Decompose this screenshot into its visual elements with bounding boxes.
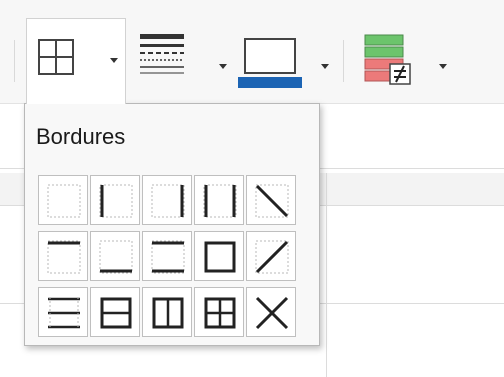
borders-popup: Bordures (24, 103, 320, 346)
border-presets-grid (38, 175, 298, 337)
top-bottom-borders-icon (151, 240, 185, 274)
toolbar-separator (14, 40, 15, 82)
preset-outer-and-horizontal-borders[interactable] (90, 287, 140, 337)
chevron-down-icon[interactable] (216, 59, 230, 73)
outer-and-vertical-borders-icon (152, 297, 184, 329)
borders-button[interactable] (26, 18, 126, 104)
preset-left-right-borders[interactable] (194, 175, 244, 225)
toolbar-separator (343, 40, 344, 82)
left-right-borders-icon (203, 184, 237, 218)
preset-outer-and-vertical-borders[interactable] (142, 287, 192, 337)
chevron-down-icon[interactable] (107, 53, 121, 67)
crossed-diagonal-borders-icon (255, 296, 289, 330)
sheet-gridline (326, 173, 327, 377)
bottom-border-icon (99, 240, 133, 274)
toolbar (0, 0, 504, 104)
preset-outer-border[interactable] (194, 231, 244, 281)
popup-title: Bordures (36, 124, 126, 149)
border-style-icon (140, 34, 184, 74)
preset-crossed-diagonal-borders[interactable] (246, 287, 296, 337)
border-color-icon (238, 38, 302, 88)
chevron-down-icon[interactable] (318, 59, 332, 73)
preset-left-border[interactable] (90, 175, 140, 225)
no-borders-icon (47, 184, 81, 218)
right-border-icon (151, 184, 185, 218)
diagonal-up-border-icon (255, 240, 289, 274)
preset-diagonal-down-border[interactable] (246, 175, 296, 225)
preset-horizontal-inner-borders[interactable] (38, 287, 88, 337)
left-border-icon (99, 184, 133, 218)
diagonal-down-border-icon (255, 184, 289, 218)
preset-bottom-border[interactable] (90, 231, 140, 281)
outer-and-horizontal-borders-icon (100, 297, 132, 329)
outer-border-icon (204, 241, 236, 273)
all-borders-icon (204, 297, 236, 329)
preset-no-borders[interactable] (38, 175, 88, 225)
horizontal-inner-borders-icon (48, 297, 80, 329)
chevron-down-icon[interactable] (436, 59, 450, 73)
preset-right-border[interactable] (142, 175, 192, 225)
borders-icon (38, 39, 74, 75)
conditional-format-icon (364, 34, 411, 85)
preset-top-border[interactable] (38, 231, 88, 281)
preset-all-borders[interactable] (194, 287, 244, 337)
top-border-icon (47, 240, 81, 274)
preset-diagonal-up-border[interactable] (246, 231, 296, 281)
preset-top-bottom-borders[interactable] (142, 231, 192, 281)
